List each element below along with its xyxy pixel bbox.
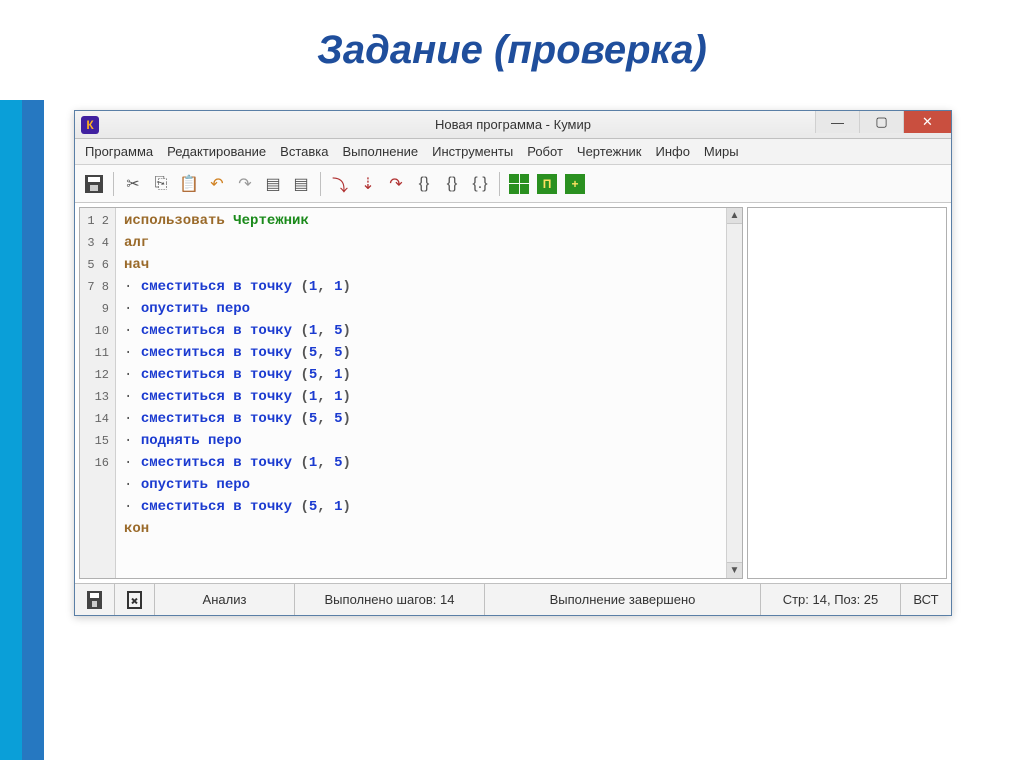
vertical-scrollbar[interactable]: ▲ ▼ [726,208,742,578]
step-over-icon[interactable]: ⇣ [355,171,381,197]
status-state: Выполнение завершено [485,584,761,615]
undo-icon[interactable]: ↶ [204,171,230,197]
menu-insert[interactable]: Вставка [276,142,332,161]
menu-robot[interactable]: Робот [523,142,567,161]
window-title: Новая программа - Кумир [435,117,591,132]
slide-title: Задание (проверка) [0,0,1024,83]
toolbar: ✂ ⎘ 📋 ↶ ↷ ▤ ▤ ⤵ ⇣ ↷ {} {} {.} П + [75,165,951,203]
app-icon: К [81,116,99,134]
status-analysis: Анализ [155,584,295,615]
status-steps: Выполнено шагов: 14 [295,584,485,615]
menu-run[interactable]: Выполнение [338,142,422,161]
menu-info[interactable]: Инфо [651,142,693,161]
braces2-icon[interactable]: {} [439,171,465,197]
titlebar: К Новая программа - Кумир — ▢ ✕ [75,111,951,139]
menu-program[interactable]: Программа [81,142,157,161]
pi-block-icon[interactable]: П [534,171,560,197]
maximize-button[interactable]: ▢ [859,111,903,133]
braces3-icon[interactable]: {.} [467,171,493,197]
save-icon[interactable] [81,171,107,197]
scroll-up-icon[interactable]: ▲ [727,208,742,224]
doc2-icon[interactable]: ▤ [288,171,314,197]
menu-draftsman[interactable]: Чертежник [573,142,646,161]
line-gutter: 1 2 3 4 5 6 7 8 9 10 11 12 13 14 15 16 [80,208,116,578]
grid-icon[interactable] [506,171,532,197]
menu-edit[interactable]: Редактирование [163,142,270,161]
slide-accent-bar [0,100,44,760]
app-window: К Новая программа - Кумир — ▢ ✕ Программ… [74,110,952,616]
menubar: Программа Редактирование Вставка Выполне… [75,139,951,165]
code-editor[interactable]: 1 2 3 4 5 6 7 8 9 10 11 12 13 14 15 16 и… [79,207,743,579]
minimize-button[interactable]: — [815,111,859,133]
status-cancel-icon[interactable] [115,584,155,615]
menu-tools[interactable]: Инструменты [428,142,517,161]
status-mode: ВСТ [901,584,951,615]
window-controls: — ▢ ✕ [815,111,951,133]
cut-icon[interactable]: ✂ [120,171,146,197]
braces1-icon[interactable]: {} [411,171,437,197]
scroll-down-icon[interactable]: ▼ [727,562,742,578]
menu-worlds[interactable]: Миры [700,142,743,161]
separator [113,172,114,196]
main-area: 1 2 3 4 5 6 7 8 9 10 11 12 13 14 15 16 и… [75,203,951,583]
close-button[interactable]: ✕ [903,111,951,133]
separator [320,172,321,196]
status-save-icon[interactable] [75,584,115,615]
statusbar: Анализ Выполнено шагов: 14 Выполнение за… [75,583,951,615]
copy-icon[interactable]: ⎘ [148,171,174,197]
paste-icon[interactable]: 📋 [176,171,202,197]
side-panel [747,207,947,579]
step-into-icon[interactable]: ⤵ [327,171,353,197]
code-content[interactable]: использовать Чертежник алг нач · сместит… [116,208,742,578]
status-cursor-pos: Стр: 14, Поз: 25 [761,584,901,615]
doc1-icon[interactable]: ▤ [260,171,286,197]
run-step-icon[interactable]: ↷ [383,171,409,197]
redo-icon[interactable]: ↷ [232,171,258,197]
plus-block-icon[interactable]: + [562,171,588,197]
separator [499,172,500,196]
